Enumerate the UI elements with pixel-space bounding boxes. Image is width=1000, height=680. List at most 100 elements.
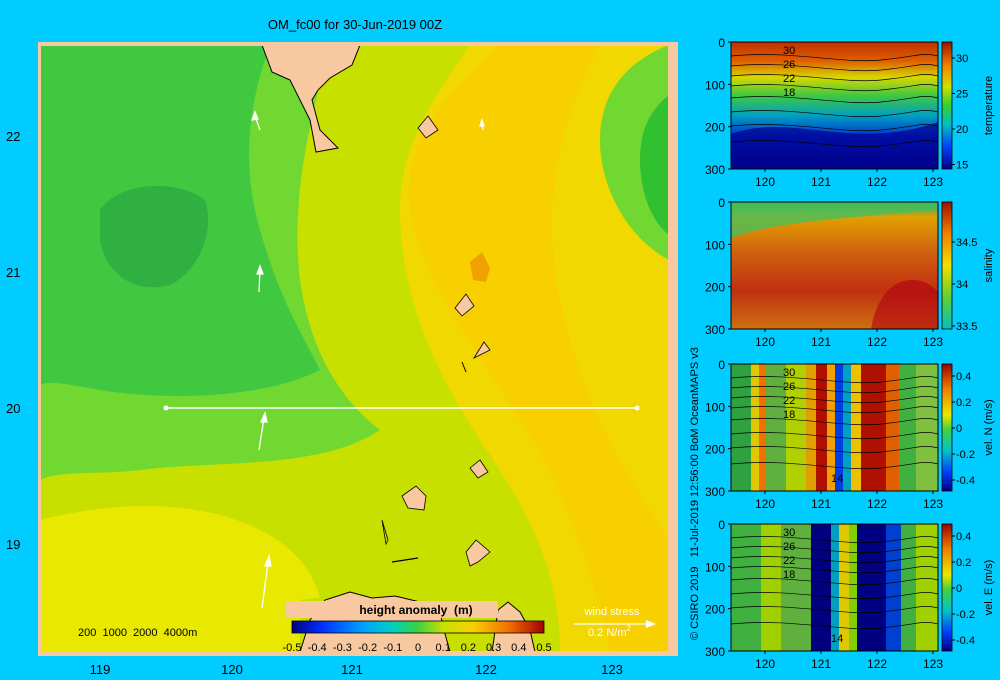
panel-field-column	[886, 524, 901, 651]
panel-field-column	[899, 364, 916, 491]
contour-label: 18	[783, 87, 795, 99]
panel-colorbar	[941, 363, 953, 492]
contour-label: 26	[783, 541, 795, 553]
panel-cbar-tick: -0.4	[956, 635, 975, 647]
height-anomaly-map: 119 120 121 122 123 22 21 20 19 200 1000…	[6, 42, 678, 677]
panel-field-column	[843, 364, 851, 491]
panel-x-tick: 120	[755, 657, 775, 671]
panel-field-column	[886, 364, 899, 491]
panel-cbar-tick: 0	[956, 583, 962, 595]
panel-y-tick: 200	[705, 121, 725, 135]
panel-field-column	[731, 524, 761, 651]
colorbar-tick: -0.3	[333, 642, 352, 654]
panel-x-tick: 121	[811, 497, 831, 511]
panel-cbar-tick: -0.4	[956, 475, 975, 487]
panel-x-tick: 121	[811, 335, 831, 349]
panel-cbar-tick: 0.4	[956, 371, 971, 383]
map-y-tick: 22	[6, 129, 20, 144]
panel-x-tick: 123	[923, 657, 943, 671]
contour-label: 18	[783, 409, 795, 421]
panel-cbar-tick: 0	[956, 423, 962, 435]
panel-x-tick: 121	[811, 657, 831, 671]
map-x-tick: 123	[601, 662, 623, 677]
panel-x-tick: 123	[923, 335, 943, 349]
panel-field-column	[811, 524, 831, 651]
map-x-tick: 121	[341, 662, 363, 677]
map-y-tick: 19	[6, 537, 20, 552]
panel-y-tick: 0	[718, 518, 725, 532]
map-x-tick: 119	[90, 662, 111, 677]
contour-label: 22	[783, 395, 795, 407]
panel-y-tick: 0	[718, 358, 725, 372]
panel-x-tick: 122	[867, 657, 887, 671]
panel-y-tick: 300	[705, 485, 725, 499]
panel-y-tick: 0	[718, 196, 725, 210]
panel-field-column	[849, 524, 857, 651]
panel-x-tick: 120	[755, 175, 775, 189]
section-panel-vel-n: 30 26 22 18 14 0 100 200 300 120 121 122 123 0.4 0.2 0 -…	[705, 358, 995, 511]
contour-label: 22	[783, 73, 795, 85]
panel-cbar-tick: 30	[956, 53, 968, 65]
contour-label: 22	[783, 555, 795, 567]
panel-y-tick: 100	[705, 400, 725, 414]
colorbar-tick: 0.4	[511, 642, 526, 654]
contour-label: 30	[783, 367, 795, 379]
map-y-axis: 22 21 20 19	[6, 129, 20, 552]
panel-cbar-tick: 34	[956, 279, 968, 291]
panel-cbar-label: salinity	[983, 248, 995, 282]
panel-field-column	[816, 364, 827, 491]
panel-y-tick: 100	[705, 78, 725, 92]
panel-field-column	[835, 364, 843, 491]
panel-x-tick: 120	[755, 335, 775, 349]
contour-label: 30	[783, 527, 795, 539]
panel-x-tick: 123	[923, 175, 943, 189]
panel-field-column	[827, 364, 835, 491]
section-panel-temperature: 30 26 22 18 0 100 200 300 120 121 122 123 30 25 20 15 te…	[705, 36, 995, 189]
panel-field-column	[839, 524, 849, 651]
panel-x-tick: 122	[867, 335, 887, 349]
depth-contour-legend: 200 1000 2000 4000m	[78, 627, 197, 639]
map-x-axis: 119 120 121 122 123	[90, 662, 623, 677]
colorbar-tick: 0	[415, 642, 421, 654]
forecast-figure: OM_fc00 for 30-Jun-2019 00Z 119 120 121 …	[6, 17, 995, 677]
section-panel-salinity: 0 100 200 300 120 121 122 123 34.5 34 33.5 salinity	[705, 196, 995, 349]
panel-x-tick: 122	[867, 497, 887, 511]
panel-y-tick: 100	[705, 560, 725, 574]
transect-end-marker	[634, 405, 640, 411]
panel-y-tick: 200	[705, 443, 725, 457]
panel-colorbar	[941, 201, 953, 330]
panel-x-tick: 122	[867, 175, 887, 189]
panel-field-column	[851, 364, 861, 491]
panel-cbar-tick: 20	[956, 124, 968, 136]
map-x-tick: 122	[475, 662, 497, 677]
panel-cbar-tick: 33.5	[956, 321, 977, 333]
panel-field-column	[916, 524, 938, 651]
colorbar-tick: 0.1	[436, 642, 451, 654]
panel-colorbar	[941, 41, 953, 170]
section-panels: 302622180100200300120 121 122 12330252015te…	[705, 36, 995, 671]
panel-colorbar	[941, 523, 953, 652]
panel-cbar-tick: 0.4	[956, 531, 971, 543]
contour-label: 18	[783, 569, 795, 581]
panel-field-column	[901, 524, 916, 651]
contour-label: 14	[831, 473, 843, 485]
colorbar-tick: -0.5	[283, 642, 302, 654]
panel-x-tick: 121	[811, 175, 831, 189]
colorbar-tick: -0.2	[358, 642, 377, 654]
panel-field-column	[806, 364, 816, 491]
panel-cbar-tick: 34.5	[956, 237, 977, 249]
panel-field-column	[831, 524, 839, 651]
colorbar-tick: 0.5	[536, 642, 551, 654]
contour-label: 26	[783, 381, 795, 393]
contour-label: 26	[783, 59, 795, 71]
colorbar-tick: 0.3	[486, 642, 501, 654]
section-panel-vel-e: 30 26 22 18 14 0 100 200 300 120 121 122 123 0.4 0.2 0 -…	[705, 518, 995, 671]
panel-cbar-label: vel. N (m/s)	[983, 399, 995, 455]
panel-y-tick: 200	[705, 603, 725, 617]
panel-cbar-tick: 15	[956, 160, 968, 172]
colorbar-tick: 0.2	[461, 642, 476, 654]
colorbar-ramp	[291, 620, 545, 634]
panel-cbar-tick: -0.2	[956, 609, 975, 621]
panel-y-tick: 300	[705, 645, 725, 659]
wind-stress-label: wind stress	[583, 606, 640, 618]
